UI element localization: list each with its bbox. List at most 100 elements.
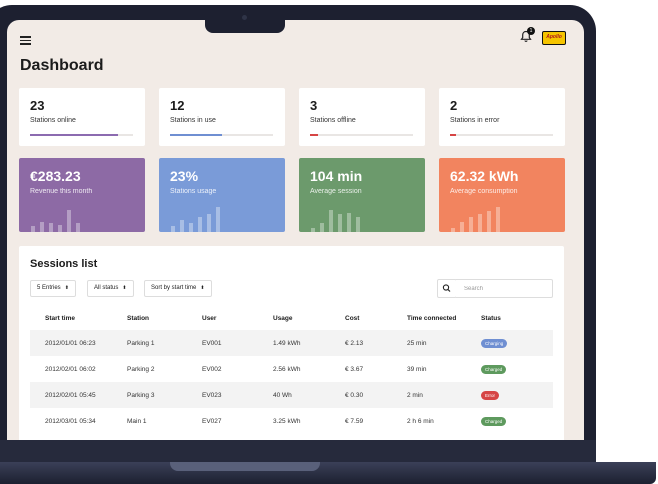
notification-count-badge: 1 [527,27,535,35]
search-input[interactable] [456,279,553,298]
column-header[interactable]: Station [127,306,202,330]
camera-notch [205,7,285,33]
company-logo: Apollo [542,31,566,45]
mini-bar [189,223,193,232]
table-row[interactable]: 2012/02/01 06:02 Parking 2 EV002 2.56 kWh € … [30,356,553,382]
metric-card: 104 min Average session [299,158,425,232]
cell-time: 39 min [407,365,427,373]
cell-usage: 1.49 kWh [273,330,345,356]
sessions-title: Sessions list [30,258,98,270]
notification-bell-icon[interactable]: 1 [520,27,535,43]
mini-bar [356,217,360,232]
mini-bar [329,209,333,232]
stat-value: 12 [170,98,185,113]
mini-bar [487,211,491,232]
stat-card: 3 Stations offline [299,88,425,146]
column-header[interactable]: Start time [30,306,127,330]
stat-progress-fill [30,134,118,136]
mini-bar [31,226,35,232]
stat-label: Stations offline [310,117,356,124]
cell-start: 2012/02/01 05:45 [30,382,127,408]
updown-chevron-icon: ⬍ [122,285,127,291]
status-badge: Charged [481,364,507,374]
status-badge: Error [481,390,499,400]
mini-bar [76,223,80,232]
laptop-hinge [170,462,320,471]
mini-bar [347,212,351,232]
stat-progress-fill [310,134,319,136]
cell-start: 2012/02/01 06:02 [45,365,96,373]
stat-progress-fill [170,134,222,136]
cell-station: Parking 1 [127,330,202,356]
cell-status: Charging [481,330,553,356]
mini-bar [198,217,202,232]
mini-bar [216,206,220,232]
stat-progress-track [30,134,133,136]
metric-label: Average session [310,188,362,195]
cell-user: EV002 [202,365,222,373]
table-row[interactable]: 2012/01/01 06:23 Parking 1 EV001 1.49 kWh € … [30,330,553,356]
mini-bar [171,226,175,232]
column-header[interactable]: User [202,306,273,330]
cell-start: 2012/03/01 05:34 [45,417,96,425]
cell-cost: € 2.13 [345,330,407,356]
sort-select-value: Sort by start time [151,285,197,291]
stat-label: Stations online [30,117,76,124]
hamburger-menu-icon[interactable] [20,36,31,45]
updown-chevron-icon: ⬍ [64,285,69,291]
stat-card: 23 Stations online [19,88,145,146]
column-header[interactable]: Usage [273,306,345,330]
metric-value: 62.32 kWh [450,168,519,184]
page-title: Dashboard [20,57,104,74]
mini-bar [58,224,62,232]
table-row[interactable]: 2012/03/01 05:34 Main 1 EV027 3.25 kWh € 7.5… [30,408,553,434]
mini-bar [67,209,71,232]
stat-card: 2 Stations in error [439,88,565,146]
cell-user: EV023 [202,382,273,408]
sort-select[interactable]: Sort by start time ⬍ [144,280,212,297]
stat-progress-track [310,134,413,136]
metric-card: 23% Stations usage [159,158,285,232]
mini-bar [496,206,500,232]
stat-label: Stations in use [170,117,216,124]
status-select[interactable]: All status ⬍ [87,280,134,297]
mini-bar [311,227,315,232]
stat-progress-track [170,134,273,136]
mini-bar [460,221,464,232]
cell-time: 25 min [407,330,481,356]
mini-bar [469,217,473,232]
mini-bar [478,214,482,232]
stat-card: 12 Stations in use [159,88,285,146]
column-header[interactable]: Status [481,306,553,330]
metric-label: Revenue this month [30,188,93,195]
cell-station: Main 1 [127,417,147,425]
mini-bar [180,220,184,232]
metric-value: 104 min [310,168,363,184]
column-header[interactable]: Time connected [407,306,481,330]
cell-cost: € 3.67 [345,365,364,373]
entries-select-value: 5 Entries [37,285,61,291]
cell-status: Error [481,382,553,408]
column-header[interactable]: Cost [345,306,407,330]
stat-value: 2 [450,98,458,113]
stat-value: 3 [310,98,318,113]
search-icon [442,284,451,292]
cell-status: Charged [481,356,553,382]
screen: 1 Apollo Dashboard 23 Stations online 12 St… [7,20,584,440]
cell-station: Parking 2 [127,365,155,373]
sessions-table: Start time Station User Usage Cost Time conne… [30,306,553,434]
cell-usage: 2.56 kWh [273,365,301,373]
table-row[interactable]: 2012/02/01 05:45 Parking 3 EV023 40 Wh € 0.3… [30,382,553,408]
stat-progress-track [450,134,553,136]
cell-time: 2 min [407,382,481,408]
updown-chevron-icon: ⬍ [200,285,205,291]
metric-label: Average consumption [450,188,518,195]
cell-usage: 40 Wh [273,382,345,408]
stat-progress-fill [450,134,457,136]
search-button[interactable] [437,279,457,298]
metric-value: €283.23 [30,168,81,184]
status-select-value: All status [94,285,119,291]
entries-select[interactable]: 5 Entries ⬍ [30,280,76,297]
mini-bar [49,223,53,232]
table-header-row: Start time Station User Usage Cost Time conne… [30,306,553,330]
